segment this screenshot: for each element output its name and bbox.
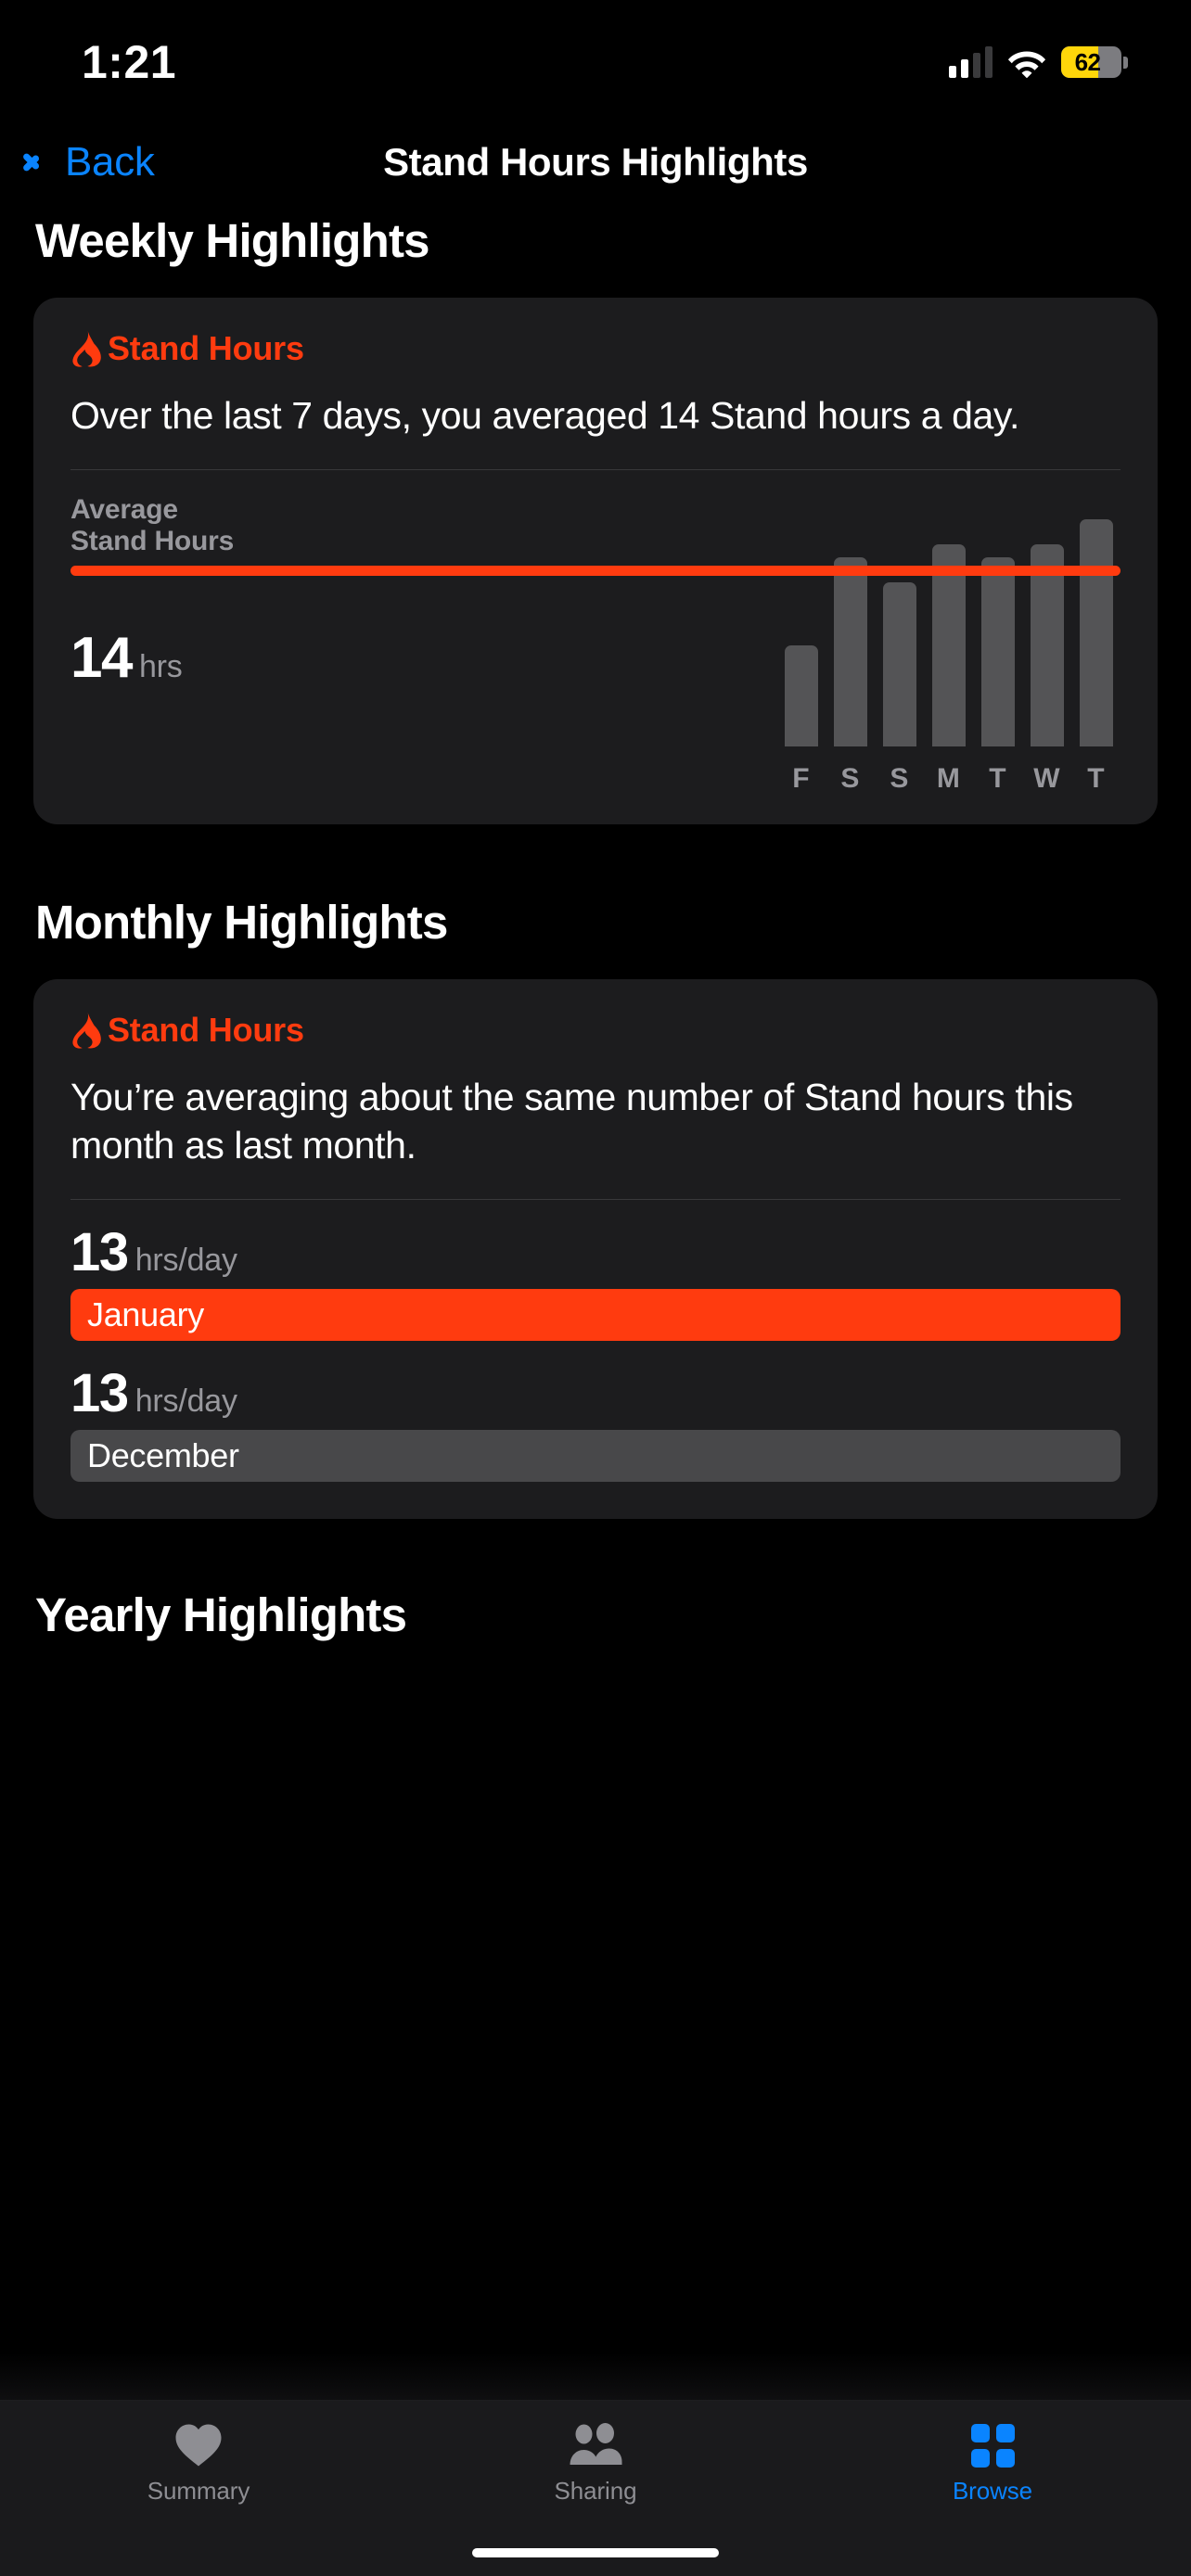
bar-column: S	[875, 494, 924, 794]
bar-label: T	[1087, 763, 1105, 795]
month-comparison-row: 13 hrs/day December	[70, 1362, 1121, 1482]
monthly-comparison-chart: 13 hrs/day January 13 hrs/day December	[70, 1221, 1121, 1482]
battery-percent-label: 62	[1074, 47, 1101, 76]
page-title: Stand Hours Highlights	[383, 140, 808, 184]
bar-column: T	[1071, 494, 1121, 794]
chart-bar	[882, 582, 916, 747]
tab-sharing-label: Sharing	[554, 2477, 637, 2505]
bar-label: F	[792, 763, 810, 795]
tab-browse-label: Browse	[952, 2477, 1033, 2505]
heart-icon	[174, 2421, 223, 2469]
status-bar: 1:21 62	[0, 0, 1191, 111]
battery-icon: 62	[1061, 45, 1128, 79]
weekly-card-divider	[70, 469, 1121, 471]
bar-column: T	[973, 494, 1022, 794]
chart-bar	[1079, 519, 1113, 747]
weekly-card-kicker-label: Stand Hours	[108, 329, 304, 367]
bar-column: W	[1022, 494, 1071, 794]
status-indicators: 62	[949, 45, 1128, 79]
month-bar: January	[70, 1288, 1121, 1341]
weekly-highlight-card[interactable]: Stand Hours Over the last 7 days, you av…	[33, 298, 1158, 825]
monthly-highlight-card[interactable]: Stand Hours You’re averaging about the s…	[33, 979, 1158, 1519]
navigation-bar: Back Stand Hours Highlights	[0, 111, 1191, 213]
cellular-signal-icon	[949, 46, 992, 78]
month-comparison-row: 13 hrs/day January	[70, 1221, 1121, 1341]
month-bar: December	[70, 1429, 1121, 1482]
tab-summary-label: Summary	[147, 2477, 250, 2505]
average-unit: hrs	[138, 649, 183, 685]
flame-icon	[72, 330, 101, 367]
battery-cap	[1123, 56, 1128, 69]
bar-label: S	[890, 763, 909, 795]
yearly-section-title: Yearly Highlights	[35, 1588, 407, 1641]
weekly-card-kicker: Stand Hours	[70, 329, 1121, 368]
chart-bar	[784, 645, 818, 747]
home-indicator	[472, 2548, 719, 2557]
chart-bar	[833, 557, 867, 747]
average-number: 14	[70, 626, 133, 691]
month-unit: hrs/day	[134, 1383, 237, 1419]
month-unit: hrs/day	[134, 1242, 237, 1278]
average-stand-hours-label: Average Stand Hours	[70, 494, 235, 556]
average-line	[70, 565, 1121, 576]
status-time: 1:21	[82, 36, 177, 88]
grid-icon	[970, 2421, 1015, 2469]
bar-column: S	[826, 494, 875, 794]
month-value: 13 hrs/day	[70, 1362, 1121, 1423]
monthly-card-divider	[70, 1198, 1121, 1200]
monthly-card-kicker: Stand Hours	[70, 1011, 1121, 1050]
bar-label: M	[936, 763, 961, 795]
tab-bar: Summary Sharing Browse	[0, 2353, 1191, 2576]
scroll-content[interactable]: Weekly Highlights Stand Hours Over the l…	[0, 213, 1191, 2576]
weekly-bar-chart[interactable]: Average Stand Hours 14 hrs FSSMTWT	[70, 494, 1121, 800]
bar-label: T	[989, 763, 1006, 795]
monthly-card-kicker-label: Stand Hours	[108, 1011, 304, 1050]
bar-label: W	[1033, 763, 1060, 795]
monthly-section-title: Monthly Highlights	[35, 896, 448, 950]
flame-icon	[72, 1012, 101, 1049]
average-value: 14 hrs	[70, 630, 183, 687]
battery-body: 62	[1061, 46, 1122, 78]
phone-screen: 1:21 62 Back Stand Hours Highlights Week…	[0, 0, 1191, 2576]
wifi-icon	[1007, 46, 1046, 79]
monthly-card-headline: You’re averaging about the same number o…	[70, 1076, 1073, 1167]
tab-browse[interactable]: Browse	[794, 2401, 1191, 2576]
month-value: 13 hrs/day	[70, 1221, 1121, 1282]
bar-column: F	[776, 494, 826, 794]
weekly-card-headline: Over the last 7 days, you averaged 14 St…	[70, 394, 1019, 437]
bar-label: S	[840, 763, 860, 795]
chart-bar	[980, 557, 1015, 747]
month-number: 13	[70, 1221, 129, 1282]
month-number: 13	[70, 1362, 129, 1423]
people-icon	[568, 2421, 623, 2469]
weekly-section-title: Weekly Highlights	[35, 214, 430, 267]
bar-column: M	[924, 494, 973, 794]
tab-summary[interactable]: Summary	[0, 2401, 397, 2576]
